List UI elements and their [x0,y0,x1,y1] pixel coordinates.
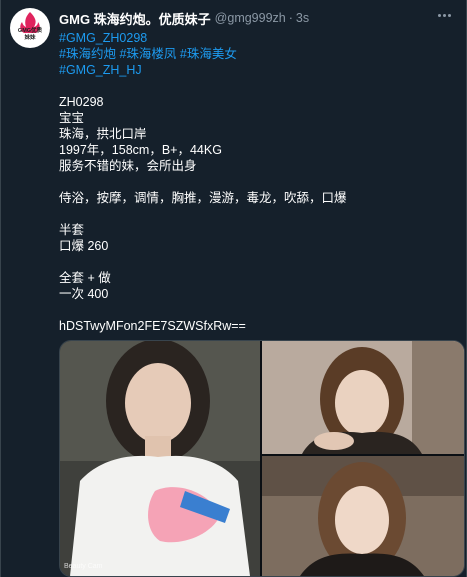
photo-2-image [262,341,464,454]
photo-1-image [60,341,260,576]
tweet-header: GMG 珠海约炮。优质妹子 @gmg999zh · 3s [59,9,456,27]
media-grid: Beauty Cam [59,340,465,577]
photo-watermark: Beauty Cam [64,563,103,570]
text-line-services: 侍浴，按摩，调情，胸推，漫游，毒龙，吹舔，口爆 [59,191,347,205]
text-line-half-title: 半套 [59,223,85,237]
hashtag-line-2: #珠海约炮 #珠海楼凤 #珠海美女 [59,46,454,62]
text-line-stats: 1997年，158cm，B+，44KG [59,143,222,157]
text-line-full-price: 一次 400 [59,287,109,301]
text-line-hash-code: hDSTwyMFon2FE7SZWSfxRw== [59,319,246,333]
hashtag-line-3: #GMG_ZH_HJ [59,62,454,78]
tweet-card[interactable]: GMG优质 妹妹 GMG 珠海约炮。优质妹子 @gmg999zh · 3s #G… [0,0,467,577]
more-options-icon[interactable] [434,7,454,23]
avatar[interactable]: GMG优质 妹妹 [10,8,50,48]
user-handle[interactable]: @gmg999zh [215,11,286,25]
hashtag-link[interactable]: #珠海楼凤 [119,47,176,61]
separator-dot: · [288,11,293,25]
text-line-location: 珠海，拱北口岸 [59,127,147,141]
timestamp[interactable]: 3s [296,11,309,25]
photo-3-image [262,456,464,576]
hashtag-link[interactable]: #珠海约炮 [59,47,116,61]
avatar-label: GMG优质 妹妹 [17,28,43,41]
hashtag-link[interactable]: #GMG_ZH_HJ [59,63,142,77]
photo-3[interactable] [262,456,464,576]
hashtag-line-1: #GMG_ZH0298 [59,30,454,46]
text-line-name: 宝宝 [59,111,85,125]
hashtag-link[interactable]: #珠海美女 [180,47,237,61]
text-line-half-price: 口爆 260 [59,239,109,253]
hashtag-link[interactable]: #GMG_ZH0298 [59,31,147,45]
text-line-desc: 服务不错的妹，会所出身 [59,159,197,173]
photo-1[interactable]: Beauty Cam [60,341,260,576]
text-line-full-title: 全套 + 做 [59,271,111,285]
display-name[interactable]: GMG 珠海约炮。优质妹子 [59,9,211,28]
tweet-text: #GMG_ZH0298 #珠海约炮 #珠海楼凤 #珠海美女 #GMG_ZH_HJ… [59,30,454,334]
text-line-code: ZH0298 [59,95,104,109]
photo-2[interactable] [262,341,464,454]
